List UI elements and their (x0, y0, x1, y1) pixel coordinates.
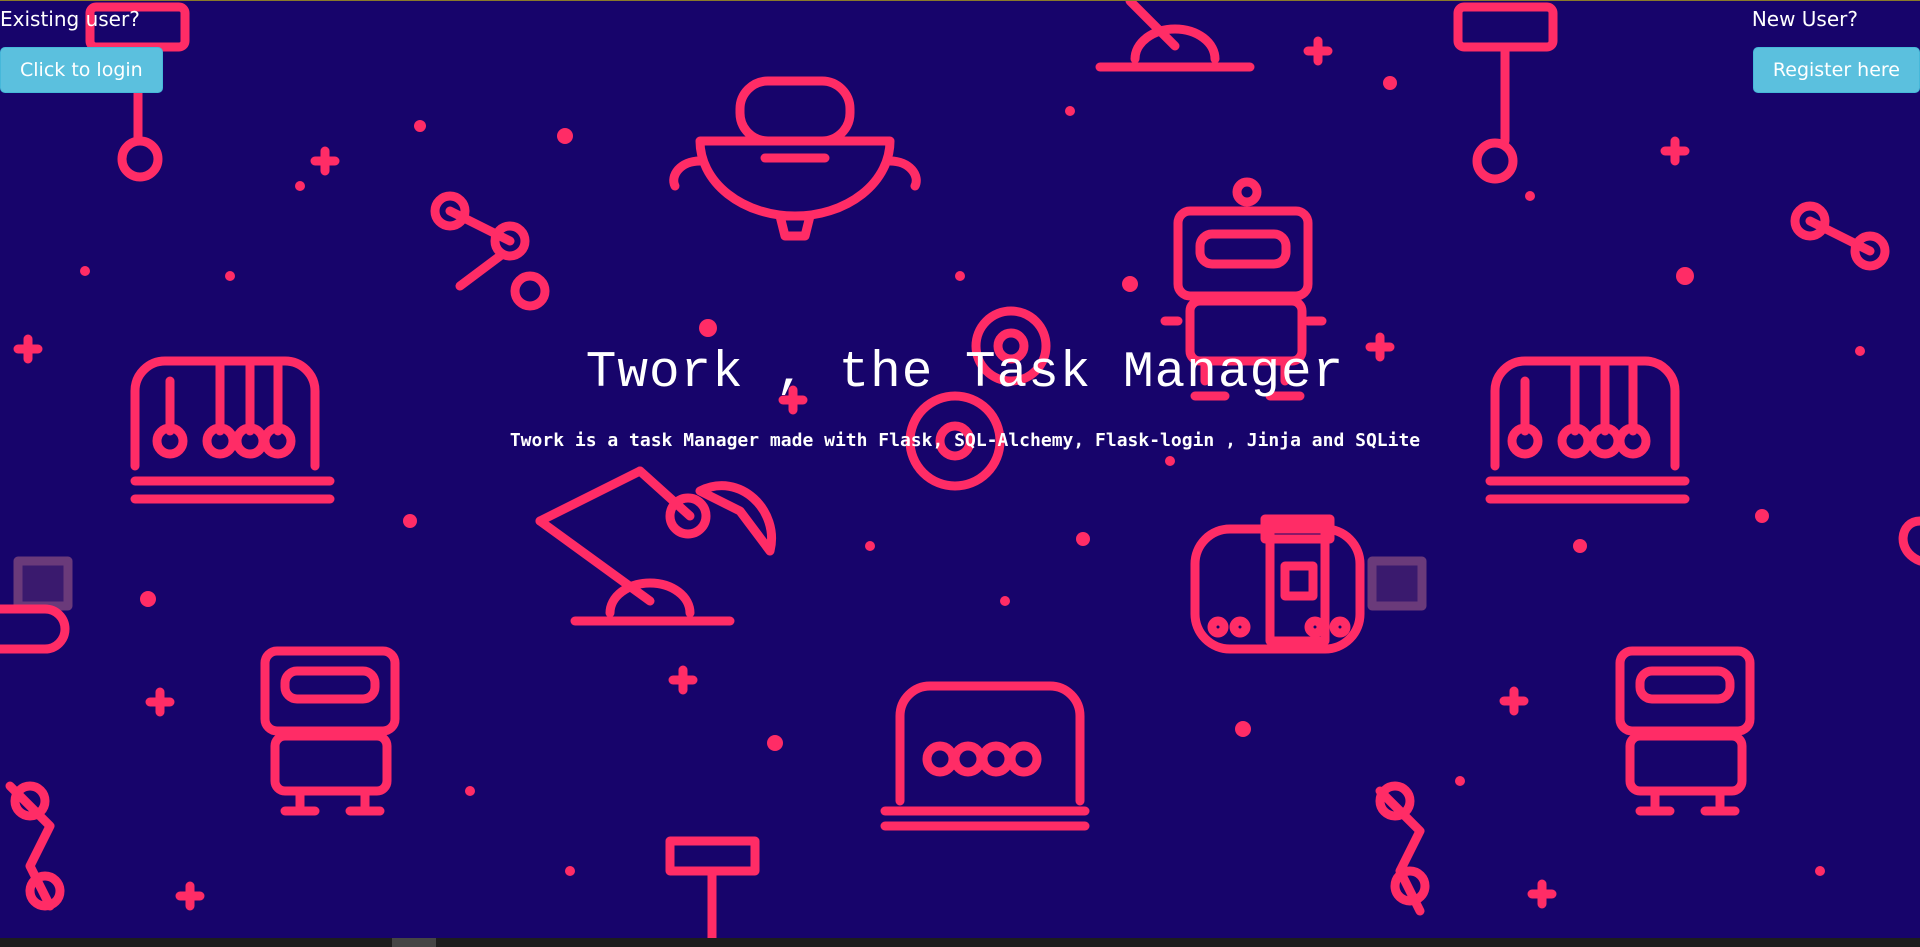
robot-arm-icon (1095, 1, 1255, 72)
robot-icon (1615, 646, 1755, 816)
robot-pattern-background (0, 1, 1920, 947)
hero-section: Twork , the Task Manager Twork is a task… (0, 345, 1920, 451)
register-section: New User? Register here (1752, 5, 1920, 93)
chain-link-icon (1790, 201, 1890, 271)
landing-page: Existing user? Click to login New User? … (0, 0, 1920, 947)
piston-icon (1453, 2, 1558, 184)
conveyor-machine-icon (0, 604, 70, 654)
robot-head-icon (669, 76, 921, 241)
page-title: Twork , the Task Manager (585, 345, 1345, 402)
existing-user-prompt: Existing user? (0, 7, 140, 31)
newtons-cradle-icon (880, 681, 1090, 831)
new-user-prompt: New User? (1751, 7, 1858, 31)
login-button[interactable]: Click to login (0, 47, 163, 93)
robot-arm-icon (535, 466, 776, 626)
os-taskbar (0, 938, 1920, 947)
register-button[interactable]: Register here (1752, 47, 1920, 93)
page-subtitle: Twork is a task Manager made with Flask,… (509, 430, 1421, 451)
robot-icon (260, 646, 400, 816)
chain-link-icon (5, 781, 65, 911)
login-section: Existing user? Click to login (0, 5, 163, 93)
conveyor-machine-icon (1190, 514, 1365, 654)
chain-link-icon (430, 191, 550, 311)
taskbar-active-item[interactable] (392, 938, 436, 947)
robot-arm-icon (1898, 516, 1920, 566)
chain-link-icon (1375, 781, 1430, 916)
piston-icon (665, 836, 760, 947)
